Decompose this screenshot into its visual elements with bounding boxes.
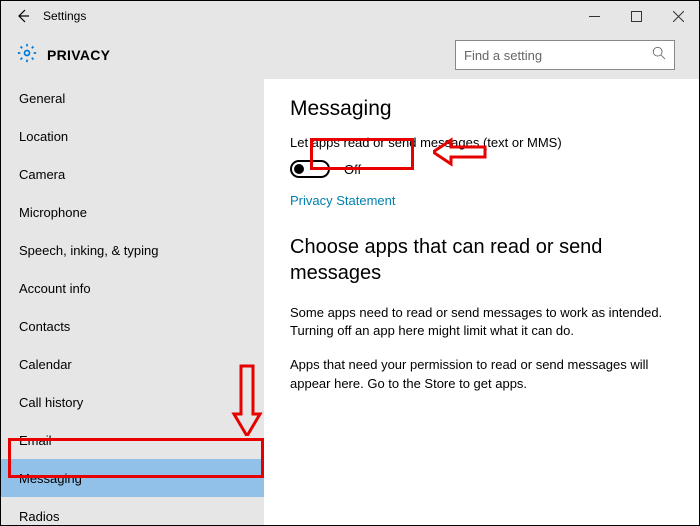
sidebar-item-general[interactable]: General <box>1 79 264 117</box>
sidebar-item-email[interactable]: Email <box>1 421 264 459</box>
content: General Location Camera Microphone Speec… <box>1 79 699 525</box>
para-1: Some apps need to read or send messages … <box>290 304 673 340</box>
para-2: Apps that need your permission to read o… <box>290 356 673 392</box>
sidebar-item-contacts[interactable]: Contacts <box>1 307 264 345</box>
sidebar-item-label: Contacts <box>19 319 70 334</box>
messaging-toggle[interactable] <box>290 160 330 178</box>
sidebar-item-label: Location <box>19 129 68 144</box>
main-heading: Messaging <box>290 97 673 121</box>
maximize-button[interactable] <box>615 1 657 31</box>
toggle-row: Off <box>290 160 673 178</box>
page-title: PRIVACY <box>47 47 110 63</box>
minimize-button[interactable] <box>573 1 615 31</box>
sidebar-item-label: Radios <box>19 509 59 524</box>
back-button[interactable] <box>13 6 33 26</box>
privacy-statement-link[interactable]: Privacy Statement <box>290 193 396 208</box>
sidebar-item-camera[interactable]: Camera <box>1 155 264 193</box>
toggle-description: Let apps read or send messages (text or … <box>290 135 673 150</box>
gear-icon <box>17 43 37 68</box>
sidebar-item-call-history[interactable]: Call history <box>1 383 264 421</box>
toggle-knob <box>294 164 304 174</box>
sidebar-item-location[interactable]: Location <box>1 117 264 155</box>
sidebar-item-microphone[interactable]: Microphone <box>1 193 264 231</box>
sidebar-item-speech[interactable]: Speech, inking, & typing <box>1 231 264 269</box>
search-icon <box>652 46 666 65</box>
sidebar: General Location Camera Microphone Speec… <box>1 79 264 525</box>
sidebar-item-label: Messaging <box>19 471 82 486</box>
main-panel: Messaging Let apps read or send messages… <box>264 79 699 525</box>
sidebar-item-label: Account info <box>19 281 91 296</box>
app-title: Settings <box>43 9 86 23</box>
close-button[interactable] <box>657 1 699 31</box>
sidebar-item-label: General <box>19 91 65 106</box>
sidebar-item-label: Call history <box>19 395 83 410</box>
sidebar-item-calendar[interactable]: Calendar <box>1 345 264 383</box>
sidebar-item-label: Speech, inking, & typing <box>19 243 158 258</box>
sidebar-item-radios[interactable]: Radios <box>1 497 264 525</box>
header: PRIVACY <box>1 31 699 79</box>
sidebar-item-label: Camera <box>19 167 65 182</box>
sidebar-item-label: Calendar <box>19 357 72 372</box>
toggle-state-label: Off <box>344 162 361 177</box>
titlebar: Settings <box>1 1 699 31</box>
titlebar-left: Settings <box>1 6 573 26</box>
sidebar-item-label: Email <box>19 433 52 448</box>
sidebar-item-messaging[interactable]: Messaging <box>1 459 264 497</box>
search-input[interactable] <box>464 48 652 63</box>
sub-heading: Choose apps that can read or send messag… <box>290 234 673 286</box>
sidebar-item-label: Microphone <box>19 205 87 220</box>
sidebar-item-account-info[interactable]: Account info <box>1 269 264 307</box>
header-left: PRIVACY <box>17 43 455 68</box>
window-controls <box>573 1 699 31</box>
search-box[interactable] <box>455 40 675 70</box>
